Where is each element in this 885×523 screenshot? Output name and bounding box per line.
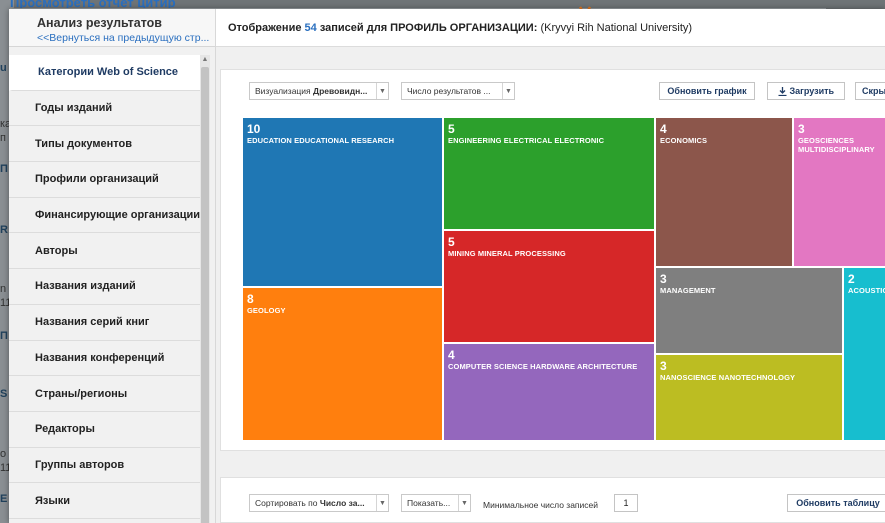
tile-value: 3 (660, 272, 667, 286)
sort-by-value: Число за... (319, 498, 365, 508)
sidebar-item-source-titles[interactable]: Названия изданий (9, 269, 200, 305)
tile-value: 10 (247, 122, 261, 136)
background-fragment: Е (0, 493, 8, 505)
background-fragment: n (0, 283, 7, 295)
sidebar-item-group-authors[interactable]: Группы авторов (9, 448, 200, 484)
update-chart-button[interactable]: Обновить график (659, 82, 755, 100)
visualization-label: Визуализация (255, 86, 311, 96)
visualization-panel: Визуализация Древовидн... ▼ Число резуль… (220, 69, 885, 451)
sort-by-select[interactable]: Сортировать по Число за... ▼ (249, 494, 389, 512)
sidebar-item-languages[interactable]: Языки (9, 483, 200, 519)
sidebar-item-book-series[interactable]: Названия серий книг (9, 305, 200, 341)
min-records-label: Минимальное число записей (483, 500, 599, 510)
treemap-tile-nanoscience[interactable]: 3 NANOSCIENCE NANOTECHNOLOGY (656, 355, 844, 442)
analysis-sidebar: Анализ результатов <<Вернуться на предыд… (9, 9, 216, 523)
treemap-tile-computer-science[interactable]: 4 COMPUTER SCIENCE HARDWARE ARCHITECTURE (444, 344, 656, 442)
background-fragment: R (0, 224, 8, 236)
tile-value: 5 (448, 235, 455, 249)
scrollbar-thumb[interactable] (201, 67, 209, 523)
tile-label: ACOUSTICS (848, 286, 885, 295)
chevron-down-icon: ▼ (458, 495, 470, 511)
table-controls-panel: Сортировать по Число за... ▼ Показать...… (220, 477, 885, 523)
sidebar-item-editors[interactable]: Редакторы (9, 412, 200, 448)
update-table-button[interactable]: Обновить таблицу (787, 494, 885, 512)
record-count: 54 (304, 22, 317, 34)
results-count-label: Число результатов ... (407, 86, 491, 96)
sidebar-header: Анализ результатов <<Вернуться на предыд… (9, 9, 215, 47)
sort-by-label: Сортировать по (255, 498, 318, 508)
sidebar-item-countries[interactable]: Страны/регионы (9, 376, 200, 412)
background-fragment: П (0, 330, 8, 342)
download-label: Загрузить (789, 86, 835, 96)
show-count-select[interactable]: Показать... ▼ (401, 494, 471, 512)
sidebar-item-conferences[interactable]: Названия конференций (9, 341, 200, 377)
tile-value: 3 (798, 122, 805, 136)
background-fragment: о (0, 448, 7, 460)
tile-value: 8 (247, 292, 254, 306)
tile-value: 2 (848, 272, 855, 286)
treemap-tile-economics[interactable]: 4 ECONOMICS (656, 118, 794, 268)
tile-label: EDUCATION EDUCATIONAL RESEARCH (247, 136, 395, 145)
treemap-tile-education[interactable]: 10 EDUCATION EDUCATIONAL RESEARCH (243, 118, 444, 288)
background-fragment: П (0, 163, 8, 175)
treemap-tile-management[interactable]: 3 MANAGEMENT (656, 268, 844, 355)
chevron-down-icon: ▼ (376, 83, 388, 99)
tile-label: ECONOMICS (660, 136, 708, 145)
organization-name: (Kryvyi Rih National University) (540, 22, 693, 34)
treemap-tile-geology[interactable]: 8 GEOLOGY (243, 288, 444, 442)
sidebar-item-document-types[interactable]: Типы документов (9, 126, 200, 163)
min-records-input[interactable]: 1 (614, 494, 638, 512)
treemap-tile-mining[interactable]: 5 MINING MINERAL PROCESSING (444, 231, 656, 344)
visualization-toolbar: Визуализация Древовидн... ▼ Число резуль… (221, 70, 885, 114)
sidebar-item-publication-years[interactable]: Годы изданий (9, 91, 200, 127)
tile-label: NANOSCIENCE NANOTECHNOLOGY (660, 373, 796, 382)
tile-label: GEOLOGY (247, 306, 286, 315)
sidebar-item-funding-agencies[interactable]: Финансирующие организации (9, 198, 200, 234)
tile-label: GEOSCIENCES MULTIDISCIPLINARY (798, 136, 875, 154)
sidebar-title: Анализ результатов (37, 16, 162, 30)
results-count-select[interactable]: Число результатов ... ▼ (401, 82, 515, 100)
sidebar-item-wos-categories[interactable]: Категории Web of Science (9, 55, 200, 91)
background-fragment: u (0, 62, 7, 74)
sidebar-item-authors[interactable]: Авторы (9, 233, 200, 270)
download-icon (778, 86, 787, 96)
tile-label: MANAGEMENT (660, 286, 716, 295)
hide-button[interactable]: Скрыть (855, 82, 885, 100)
tile-label: MINING MINERAL PROCESSING (448, 249, 566, 258)
treemap-tile-geosciences[interactable]: 3 GEOSCIENCES MULTIDISCIPLINARY (794, 118, 885, 268)
treemap-tile-acoustics[interactable]: 2 ACOUSTICS (844, 268, 885, 442)
scroll-up-arrow-icon[interactable]: ▲ (201, 55, 209, 65)
visualization-value: Древовидн... (313, 86, 368, 96)
sidebar-item-organizations[interactable]: Профили организаций (9, 162, 200, 198)
analyze-results-modal: Анализ результатов <<Вернуться на предыд… (9, 9, 885, 523)
chevron-down-icon: ▼ (502, 83, 514, 99)
download-button[interactable]: Загрузить (767, 82, 845, 100)
show-count-label: Показать... (407, 498, 451, 508)
tile-label: COMPUTER SCIENCE HARDWARE ARCHITECTURE (448, 362, 638, 371)
summary-prefix: Отображение (228, 22, 302, 34)
tile-value: 4 (660, 122, 667, 136)
results-summary: Отображение 54 записей для ПРОФИЛЬ ОРГАН… (216, 9, 885, 47)
background-fragment: п (0, 132, 6, 144)
results-main: Отображение 54 записей для ПРОФИЛЬ ОРГАН… (216, 9, 885, 523)
category-treemap: 10 EDUCATION EDUCATIONAL RESEARCH 8 GEOL… (243, 118, 885, 442)
treemap-tile-engineering[interactable]: 5 ENGINEERING ELECTRICAL ELECTRONIC (444, 118, 656, 231)
tile-value: 5 (448, 122, 455, 136)
sidebar-scrollbar[interactable]: ▲ (200, 55, 210, 523)
chevron-down-icon: ▼ (376, 495, 388, 511)
back-link[interactable]: <<Вернуться на предыдущую стр... (37, 32, 215, 44)
visualization-type-select[interactable]: Визуализация Древовидн... ▼ (249, 82, 389, 100)
tile-label: ENGINEERING ELECTRICAL ELECTRONIC (448, 136, 605, 145)
tile-value: 3 (660, 359, 667, 373)
category-list: Категории Web of Science Годы изданий Ти… (9, 55, 200, 519)
summary-middle: записей для ПРОФИЛЬ ОРГАНИЗАЦИИ: (319, 22, 538, 34)
background-fragment: S (0, 388, 8, 400)
tile-value: 4 (448, 348, 455, 362)
